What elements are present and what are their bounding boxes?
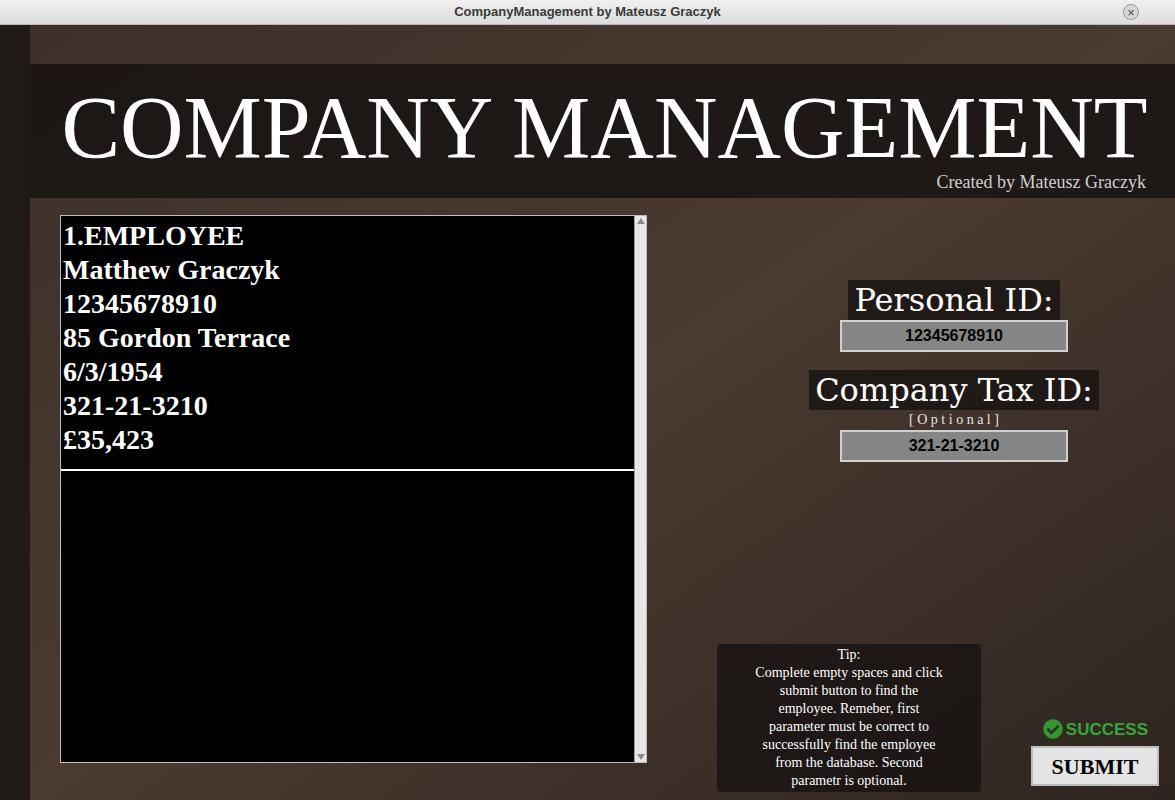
record-line: 1.EMPLOYEE [63, 219, 634, 253]
app-subtitle: Created by Mateusz Graczyk [30, 173, 1175, 191]
status-text: SUCCESS [1066, 717, 1148, 743]
tip-line: parametr is optional. [791, 772, 906, 790]
records-list: 1.EMPLOYEEMatthew Graczyk1234567891085 G… [61, 216, 634, 762]
record-line: £35,423 [63, 423, 634, 457]
content-row: 1.EMPLOYEEMatthew Graczyk1234567891085 G… [30, 198, 1175, 800]
search-field: Company Tax ID:[ O p t i o n a l ]321-21… [840, 370, 1068, 462]
bottom-row: Tip:Complete empty spaces and clicksubmi… [647, 644, 1175, 792]
record-line: 12345678910 [63, 287, 634, 321]
record-line: 6/3/1954 [63, 355, 634, 389]
record-line: Matthew Graczyk [63, 253, 634, 287]
submit-button[interactable]: SUBMIT [1031, 746, 1159, 786]
search-column: Personal ID:12345678910 Company Tax ID:[ … [647, 198, 1175, 800]
scroll-up-icon[interactable] [637, 218, 645, 224]
app-heading: COMPANY MANAGEMENT [30, 88, 1175, 167]
tip-line: from the database. Second [775, 754, 923, 772]
field-input[interactable]: 12345678910 [840, 320, 1068, 352]
scroll-down-icon[interactable] [637, 754, 645, 760]
close-button[interactable]: × [1123, 4, 1139, 20]
tip-box: Tip:Complete empty spaces and clicksubmi… [717, 644, 981, 792]
submit-area: SUCCESS SUBMIT [1031, 717, 1159, 787]
search-form: Personal ID:12345678910 Company Tax ID:[ … [840, 280, 1068, 462]
records-panel: 1.EMPLOYEEMatthew Graczyk1234567891085 G… [60, 215, 647, 763]
record-line: 321-21-3210 [63, 389, 634, 423]
window-title: CompanyManagement by Mateusz Graczyk [454, 2, 721, 22]
tip-line: submit button to find the [780, 682, 918, 700]
tip-title: Tip: [838, 646, 861, 664]
record[interactable]: 1.EMPLOYEEMatthew Graczyk1234567891085 G… [61, 219, 634, 471]
app-window: CompanyManagement by Mateusz Graczyk × COM… [0, 0, 1175, 800]
title-bar: CompanyManagement by Mateusz Graczyk × [0, 0, 1175, 25]
record-divider [61, 469, 634, 471]
search-field: Personal ID:12345678910 [840, 280, 1068, 352]
tip-line: successfully find the employee [762, 736, 935, 754]
field-label: Personal ID: [848, 280, 1059, 320]
field-label: Company Tax ID: [809, 370, 1099, 410]
tip-line: parameter must be correct to [769, 718, 929, 736]
tip-line: Complete empty spaces and click [755, 664, 942, 682]
main-area: COMPANY MANAGEMENT Created by Mateusz Gra… [0, 25, 1175, 800]
field-note: [ O p t i o n a l ] [909, 410, 999, 430]
tip-line: employee. Remeber, first [779, 700, 920, 718]
status-indicator: SUCCESS [1043, 717, 1148, 743]
record-line: 85 Gordon Terrace [63, 321, 634, 355]
background-photo: COMPANY MANAGEMENT Created by Mateusz Gra… [30, 25, 1175, 800]
check-circle-icon [1043, 719, 1063, 739]
scrollbar[interactable] [634, 216, 646, 762]
header-band: COMPANY MANAGEMENT Created by Mateusz Gra… [30, 64, 1175, 198]
field-input[interactable]: 321-21-3210 [840, 430, 1068, 462]
